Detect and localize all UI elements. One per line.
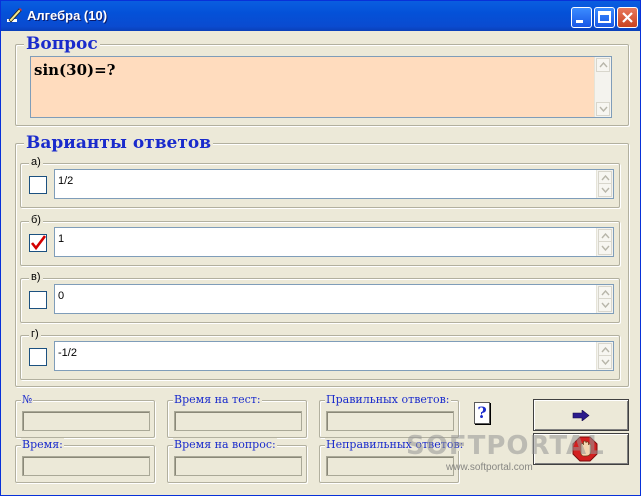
scroll-up-icon — [601, 175, 610, 181]
correct-answers-field — [326, 411, 454, 431]
question-text: sin(30)=? — [34, 61, 116, 79]
elapsed-time-field — [22, 456, 150, 476]
answer-checkbox-c[interactable] — [29, 291, 47, 309]
answer-letter: в) — [29, 271, 43, 284]
question-time-group: Время на вопрос: — [167, 438, 307, 483]
scroll-down-button[interactable] — [598, 241, 612, 255]
maximize-icon — [598, 11, 611, 23]
answer-text: 1/2 — [58, 175, 74, 187]
checkmark-icon — [30, 235, 46, 251]
scroll-down-icon — [601, 359, 610, 365]
answer-checkbox-a[interactable] — [29, 176, 47, 194]
answer-option-a: а) 1/2 — [20, 156, 620, 208]
answer-option-b: б) 1 — [20, 214, 620, 266]
answer-textbox-d[interactable]: -1/2 — [54, 341, 614, 371]
scroll-down-icon — [601, 302, 610, 308]
close-button[interactable] — [617, 7, 638, 28]
answers-group-title: Варианты ответов — [24, 133, 214, 153]
elapsed-time-label: Время: — [21, 438, 64, 451]
elapsed-time-group: Время: — [15, 438, 155, 483]
scroll-down-icon — [601, 187, 610, 193]
answer-scrollbar[interactable] — [596, 228, 613, 256]
close-icon — [622, 12, 633, 23]
minimize-button[interactable] — [571, 7, 592, 28]
watermark-logo: SOFTPORTAL — [406, 431, 605, 461]
next-question-button[interactable] — [533, 399, 629, 431]
question-scrollbar[interactable] — [594, 57, 611, 117]
test-time-label: Время на тест: — [173, 393, 262, 406]
question-group-title: Вопрос — [24, 34, 100, 54]
answer-scrollbar[interactable] — [596, 170, 613, 198]
answer-text: -1/2 — [58, 347, 77, 359]
scroll-down-button[interactable] — [598, 298, 612, 312]
scroll-down-icon — [599, 106, 608, 112]
answer-letter: б) — [29, 214, 43, 227]
answer-letter: а) — [29, 156, 43, 169]
question-textbox[interactable]: sin(30)=? — [30, 56, 612, 118]
answer-text: 0 — [58, 290, 65, 302]
question-time-label: Время на вопрос: — [173, 438, 277, 451]
answer-letter: г) — [29, 328, 41, 341]
watermark-url: www.softportal.com — [446, 462, 533, 473]
answer-textbox-a[interactable]: 1/2 — [54, 169, 614, 199]
scroll-up-icon — [599, 62, 608, 68]
question-time-field — [174, 456, 302, 476]
test-time-group: Время на тест: — [167, 393, 307, 438]
scroll-down-button[interactable] — [598, 355, 612, 369]
app-window: Алгебра (10) Вопрос sin(30)=? Варианты о… — [0, 0, 641, 496]
help-button[interactable]: ? — [474, 402, 490, 424]
scroll-down-button[interactable] — [596, 102, 610, 116]
answer-checkbox-b[interactable] — [29, 234, 47, 252]
answer-textbox-b[interactable]: 1 — [54, 227, 614, 257]
scroll-up-icon — [601, 233, 610, 239]
question-number-label: № — [21, 393, 34, 406]
question-number-group: № — [15, 393, 155, 438]
scroll-up-icon — [601, 347, 610, 353]
answer-text: 1 — [58, 233, 65, 245]
question-number-field — [22, 411, 150, 431]
scroll-up-button[interactable] — [596, 58, 610, 72]
title-bar[interactable]: Алгебра (10) — [1, 1, 640, 31]
answer-checkbox-d[interactable] — [29, 348, 47, 366]
test-time-field — [174, 411, 302, 431]
maximize-button[interactable] — [594, 7, 615, 28]
pencil-icon — [6, 7, 23, 24]
correct-answers-label: Правильных ответов: — [325, 393, 451, 406]
arrow-right-icon — [572, 410, 590, 421]
answer-scrollbar[interactable] — [596, 342, 613, 370]
minimize-icon — [576, 20, 583, 23]
window-title: Алгебра (10) — [27, 8, 108, 23]
scroll-down-button[interactable] — [598, 183, 612, 197]
answer-option-c: в) 0 — [20, 271, 620, 323]
scroll-up-icon — [601, 290, 610, 296]
answer-scrollbar[interactable] — [596, 285, 613, 313]
answer-option-d: г) -1/2 — [20, 328, 620, 380]
answer-textbox-c[interactable]: 0 — [54, 284, 614, 314]
scroll-down-icon — [601, 245, 610, 251]
